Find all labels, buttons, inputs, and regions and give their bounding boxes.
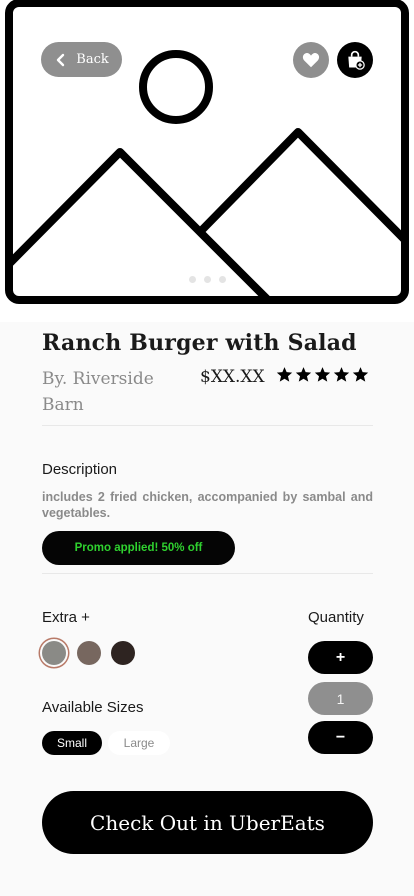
- star-icon: [352, 367, 369, 382]
- divider: [42, 425, 373, 426]
- description-text: includes 2 fried chicken, accompanied by…: [42, 490, 373, 520]
- promo-badge: Promo applied! 50% off: [42, 531, 235, 565]
- chevron-left-icon: [57, 53, 65, 66]
- sizes-heading: Available Sizes: [42, 699, 144, 716]
- back-button[interactable]: Back: [41, 42, 122, 77]
- extra-swatch-2[interactable]: [77, 641, 101, 665]
- carousel-dots: [189, 276, 226, 283]
- quantity-heading: Quantity: [308, 609, 364, 626]
- description-heading: Description: [42, 461, 118, 478]
- add-to-bag-button[interactable]: [337, 42, 373, 78]
- divider: [42, 573, 373, 574]
- star-icon: [333, 367, 350, 382]
- carousel-dot[interactable]: [204, 276, 211, 283]
- shopping-bag-add-icon: [348, 50, 365, 70]
- size-option-large[interactable]: Large: [108, 731, 170, 755]
- heart-icon: [302, 53, 320, 68]
- carousel-dot[interactable]: [219, 276, 226, 283]
- quantity-increase-button[interactable]: +: [308, 641, 373, 674]
- product-title: Ranch Burger with Salad: [42, 330, 357, 356]
- quantity-decrease-button[interactable]: −: [308, 721, 373, 754]
- star-icon: [276, 367, 293, 382]
- rating-stars: [276, 366, 369, 383]
- extra-swatch-3[interactable]: [111, 641, 135, 665]
- quantity-value: 1: [308, 682, 373, 715]
- checkout-button[interactable]: Check Out in UberEats: [42, 791, 373, 854]
- star-icon: [295, 367, 312, 382]
- extra-swatch-1[interactable]: [42, 641, 66, 665]
- carousel-dot[interactable]: [189, 276, 196, 283]
- product-price: $XX.XX: [200, 367, 265, 387]
- product-image: Back: [0, 0, 414, 322]
- extras-heading: Extra +: [42, 609, 90, 626]
- star-icon: [314, 367, 331, 382]
- product-vendor: By. Riverside Barn: [42, 369, 154, 415]
- size-option-small[interactable]: Small: [42, 731, 102, 755]
- back-label: Back: [76, 52, 109, 67]
- favorite-button[interactable]: [293, 42, 329, 78]
